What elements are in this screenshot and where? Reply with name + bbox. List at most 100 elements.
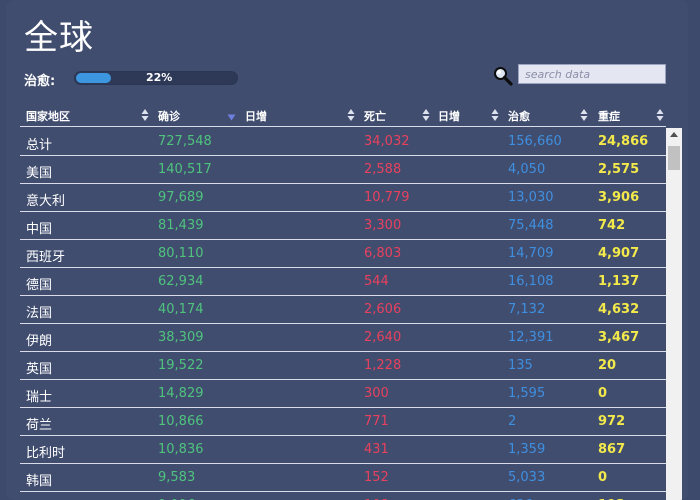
confirmed-value: 62,934 bbox=[158, 274, 204, 289]
country-name: 法国 bbox=[26, 306, 53, 321]
confirmed-value: 140,517 bbox=[158, 162, 212, 177]
severe-value: 4,907 bbox=[598, 246, 640, 261]
cured-value: 2 bbox=[508, 414, 517, 429]
confirmed-value: 14,829 bbox=[158, 386, 204, 401]
column-header-cured[interactable]: 治愈 bbox=[508, 108, 530, 124]
table-row[interactable]: 法国 40,174 2,606 7,132 4,632 bbox=[20, 296, 666, 324]
severe-value: 3,467 bbox=[598, 330, 640, 345]
cured-value: 135 bbox=[508, 358, 533, 373]
confirmed-value: 38,309 bbox=[158, 330, 204, 345]
scroll-up-arrow-icon[interactable] bbox=[670, 132, 678, 137]
table-row[interactable]: 英国 19,522 1,228 135 20 bbox=[20, 352, 666, 380]
global-panel: 全球 治愈: 22% 国家地区 确诊 日增 死亡 日增 治愈 bbox=[6, 0, 688, 500]
recovery-progress-fill bbox=[76, 73, 111, 83]
deaths-value: 2,588 bbox=[364, 162, 402, 177]
severe-value: 742 bbox=[598, 218, 626, 233]
deaths-value: 1,228 bbox=[364, 358, 402, 373]
confirmed-value: 97,689 bbox=[158, 190, 204, 205]
sort-icon[interactable] bbox=[422, 108, 430, 122]
deaths-value: 2,606 bbox=[364, 302, 402, 317]
cured-value: 1,359 bbox=[508, 442, 546, 457]
recovery-label: 治愈: bbox=[24, 74, 56, 89]
severe-value: 4,632 bbox=[598, 302, 640, 317]
country-name: 伊朗 bbox=[26, 334, 53, 349]
table-scrollbar[interactable] bbox=[666, 128, 682, 500]
confirmed-value: 80,110 bbox=[158, 246, 204, 261]
column-header-country[interactable]: 国家地区 bbox=[26, 108, 70, 124]
country-name: 韩国 bbox=[26, 474, 53, 489]
sort-icon[interactable] bbox=[141, 108, 149, 122]
column-header-confirmed[interactable]: 确诊 bbox=[158, 108, 180, 124]
column-header-severe[interactable]: 重症 bbox=[598, 108, 620, 124]
search-input[interactable] bbox=[518, 64, 666, 84]
sort-icon[interactable] bbox=[347, 108, 355, 122]
deaths-value: 771 bbox=[364, 414, 389, 429]
table-header: 国家地区 确诊 日增 死亡 日增 治愈 重症 bbox=[20, 106, 666, 127]
sort-descending-icon[interactable] bbox=[227, 114, 236, 121]
table-row[interactable]: 奥地利9,096108636193 bbox=[20, 492, 666, 500]
confirmed-value: 10,866 bbox=[158, 414, 204, 429]
severe-value: 0 bbox=[598, 470, 608, 485]
deaths-value: 34,032 bbox=[364, 134, 410, 149]
confirmed-value: 40,174 bbox=[158, 302, 204, 317]
page-title: 全球 bbox=[24, 18, 94, 58]
country-name: 中国 bbox=[26, 222, 53, 237]
column-header-deaths[interactable]: 死亡 bbox=[364, 108, 386, 124]
table-row[interactable]: 西班牙 80,110 6,803 14,709 4,907 bbox=[20, 240, 666, 268]
cured-value: 5,033 bbox=[508, 470, 546, 485]
table-row[interactable]: 中国 81,439 3,300 75,448 742 bbox=[20, 212, 666, 240]
deaths-value: 300 bbox=[364, 386, 389, 401]
table-row[interactable]: 德国 62,934 544 16,108 1,137 bbox=[20, 268, 666, 296]
country-name: 英国 bbox=[26, 362, 53, 377]
deaths-value: 3,300 bbox=[364, 218, 402, 233]
table-row[interactable]: 瑞士 14,829 300 1,595 0 bbox=[20, 380, 666, 408]
table-row[interactable]: 意大利 97,689 10,779 13,030 3,906 bbox=[20, 184, 666, 212]
country-name: 荷兰 bbox=[26, 418, 53, 433]
cured-value: 4,050 bbox=[508, 162, 546, 177]
table-row[interactable]: 美国 140,517 2,588 4,050 2,575 bbox=[20, 156, 666, 184]
severe-value: 3,906 bbox=[598, 190, 640, 205]
column-header-deaths-daily[interactable]: 日增 bbox=[438, 108, 460, 124]
country-name: 西班牙 bbox=[26, 250, 66, 265]
cured-value: 75,448 bbox=[508, 218, 554, 233]
severe-value: 1,137 bbox=[598, 274, 640, 289]
sort-icon[interactable] bbox=[580, 108, 588, 122]
cured-value: 1,595 bbox=[508, 386, 546, 401]
cured-value: 156,660 bbox=[508, 134, 562, 149]
deaths-value: 544 bbox=[364, 274, 389, 289]
country-name: 美国 bbox=[26, 166, 53, 181]
table-row[interactable]: 荷兰 10,866 771 2 972 bbox=[20, 408, 666, 436]
column-header-confirmed-daily[interactable]: 日增 bbox=[245, 108, 267, 124]
severe-value: 972 bbox=[598, 414, 626, 429]
table-row[interactable]: 总计 727,548 34,032 156,660 24,866 bbox=[20, 128, 666, 156]
cured-value: 14,709 bbox=[508, 246, 554, 261]
cured-value: 12,391 bbox=[508, 330, 554, 345]
confirmed-value: 10,836 bbox=[158, 442, 204, 457]
deaths-value: 431 bbox=[364, 442, 389, 457]
deaths-value: 6,803 bbox=[364, 246, 402, 261]
sort-icon[interactable] bbox=[491, 108, 499, 122]
country-name: 比利时 bbox=[26, 446, 66, 461]
deaths-value: 152 bbox=[364, 470, 389, 485]
table-body: 总计 727,548 34,032 156,660 24,866 美国 140,517 2,5… bbox=[20, 128, 666, 500]
search-icon[interactable] bbox=[492, 65, 514, 87]
table-row[interactable]: 比利时 10,836 431 1,359 867 bbox=[20, 436, 666, 464]
country-name: 瑞士 bbox=[26, 390, 53, 405]
severe-value: 2,575 bbox=[598, 162, 640, 177]
recovery-percent: 22% bbox=[146, 71, 173, 84]
severe-value: 24,866 bbox=[598, 134, 649, 149]
country-name: 德国 bbox=[26, 278, 53, 293]
table-row[interactable]: 韩国 9,583 152 5,033 0 bbox=[20, 464, 666, 492]
deaths-value: 10,779 bbox=[364, 190, 410, 205]
cured-value: 7,132 bbox=[508, 302, 546, 317]
scrollbar-thumb[interactable] bbox=[668, 146, 680, 170]
confirmed-value: 9,583 bbox=[158, 470, 196, 485]
cured-value: 13,030 bbox=[508, 190, 554, 205]
severe-value: 0 bbox=[598, 386, 608, 401]
sort-icon[interactable] bbox=[656, 108, 664, 122]
cured-value: 16,108 bbox=[508, 274, 554, 289]
severe-value: 20 bbox=[598, 358, 617, 373]
confirmed-value: 81,439 bbox=[158, 218, 204, 233]
severe-value: 867 bbox=[598, 442, 626, 457]
table-row[interactable]: 伊朗 38,309 2,640 12,391 3,467 bbox=[20, 324, 666, 352]
